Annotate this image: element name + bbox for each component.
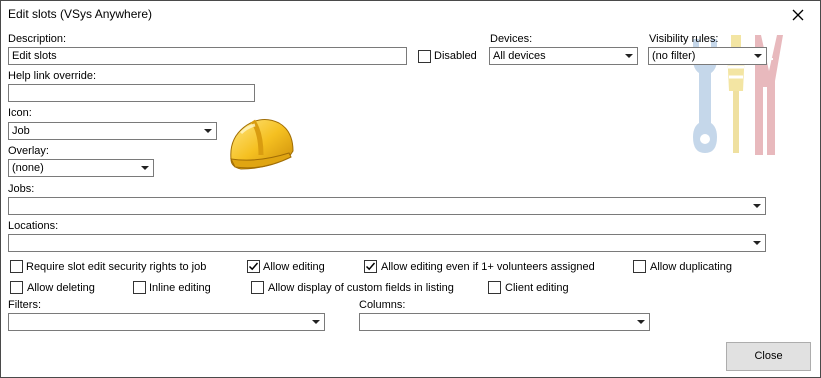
disabled-label: Disabled	[434, 50, 477, 62]
inline-editing-checkbox[interactable]	[133, 281, 146, 294]
jobs-label: Jobs:	[8, 183, 35, 195]
locations-dropdown[interactable]	[8, 234, 766, 252]
jobs-dropdown[interactable]	[8, 197, 766, 215]
help-link-label: Help link override:	[8, 70, 97, 82]
allow-editing-checkbox[interactable]	[247, 260, 260, 273]
edit-slots-dialog: Edit slots (VSys Anywhere) Description: …	[0, 0, 821, 378]
allow-editing-assigned-checkbox[interactable]	[364, 260, 377, 273]
title-bar: Edit slots (VSys Anywhere)	[1, 1, 820, 28]
require-security-label: Require slot edit security rights to job	[26, 261, 207, 273]
require-security-checkbox[interactable]	[10, 260, 23, 273]
allow-duplicating-checkbox[interactable]	[633, 260, 646, 273]
window-close-button[interactable]	[776, 1, 820, 28]
disabled-checkbox[interactable]	[418, 50, 431, 63]
chevron-down-icon	[754, 54, 762, 58]
icon-dropdown[interactable]: Job	[8, 122, 217, 140]
allow-deleting-label: Allow deleting	[27, 282, 95, 294]
chevron-down-icon	[637, 320, 645, 324]
devices-dropdown[interactable]: All devices	[489, 47, 638, 65]
hard-hat-icon	[230, 119, 294, 170]
visibility-rules-dropdown[interactable]: (no filter)	[648, 47, 767, 65]
filters-label: Filters:	[8, 299, 41, 311]
allow-editing-assigned-label: Allow editing even if 1+ volunteers assi…	[381, 261, 595, 273]
allow-deleting-checkbox[interactable]	[10, 281, 23, 294]
columns-label: Columns:	[359, 299, 406, 311]
close-button[interactable]: Close	[726, 342, 811, 371]
chevron-down-icon	[753, 241, 761, 245]
columns-dropdown[interactable]	[359, 313, 650, 331]
description-input[interactable]: Edit slots	[8, 47, 407, 65]
close-icon	[792, 9, 804, 20]
chevron-down-icon	[625, 54, 633, 58]
overlay-dropdown[interactable]: (none)	[8, 159, 154, 177]
checkmark-icon	[365, 262, 376, 271]
inline-editing-label: Inline editing	[149, 282, 211, 294]
locations-label: Locations:	[8, 220, 59, 232]
help-link-input[interactable]	[8, 84, 255, 102]
allow-duplicating-label: Allow duplicating	[650, 261, 732, 273]
custom-fields-label: Allow display of custom fields in listin…	[268, 282, 454, 294]
chevron-down-icon	[753, 204, 761, 208]
custom-fields-checkbox[interactable]	[251, 281, 264, 294]
icon-label: Icon:	[8, 107, 32, 119]
description-label: Description:	[8, 33, 67, 45]
chevron-down-icon	[312, 320, 320, 324]
window-title: Edit slots (VSys Anywhere)	[8, 7, 153, 21]
visibility-rules-label: Visibility rules:	[649, 33, 719, 45]
devices-value: All devices	[493, 50, 546, 62]
client-editing-checkbox[interactable]	[488, 281, 501, 294]
icon-value: Job	[12, 125, 30, 137]
client-editing-label: Client editing	[505, 282, 569, 294]
checkmark-icon	[248, 262, 259, 271]
allow-editing-label: Allow editing	[263, 261, 325, 273]
overlay-label: Overlay:	[8, 145, 49, 157]
chevron-down-icon	[141, 166, 149, 170]
overlay-value: (none)	[12, 162, 44, 174]
filters-dropdown[interactable]	[8, 313, 325, 331]
devices-label: Devices:	[490, 33, 533, 45]
visibility-rules-value: (no filter)	[652, 50, 696, 62]
chevron-down-icon	[204, 129, 212, 133]
